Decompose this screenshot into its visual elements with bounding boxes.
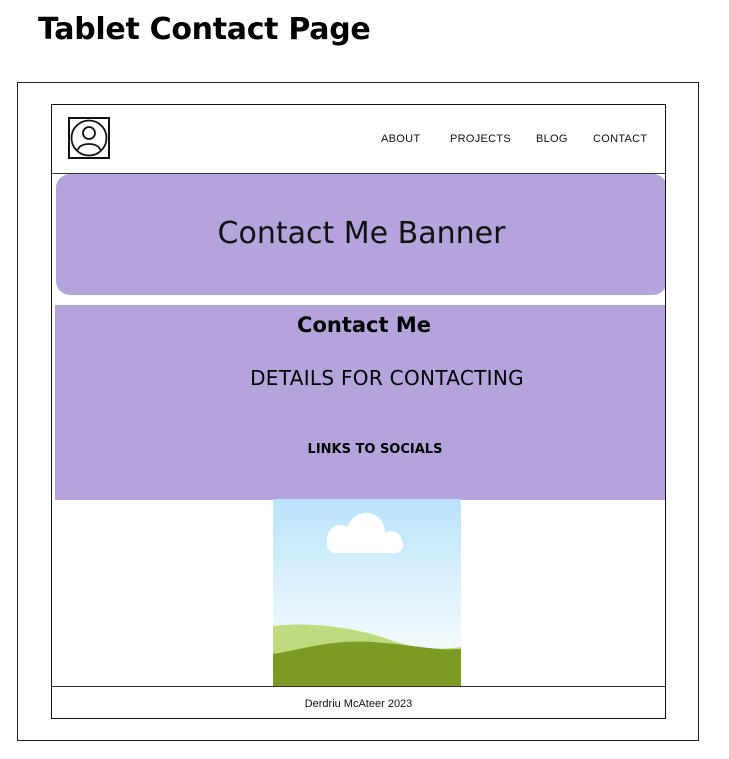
site-header: ABOUT PROJECTS BLOG CONTACT bbox=[52, 105, 665, 174]
page-title: Tablet Contact Page bbox=[38, 12, 371, 47]
contact-banner: Contact Me Banner bbox=[56, 174, 665, 295]
banner-title: Contact Me Banner bbox=[217, 216, 506, 251]
nav-contact[interactable]: CONTACT bbox=[593, 133, 647, 145]
user-avatar-icon[interactable] bbox=[68, 117, 110, 159]
contact-heading: Contact Me bbox=[297, 313, 431, 337]
site-footer: Derdriu McAteer 2023 bbox=[52, 686, 665, 718]
landscape-image-icon bbox=[273, 499, 461, 686]
contact-details: DETAILS FOR CONTACTING bbox=[250, 366, 524, 390]
nav-about[interactable]: ABOUT bbox=[381, 133, 420, 145]
contact-section: Contact Me DETAILS FOR CONTACTING LINKS … bbox=[55, 305, 665, 500]
social-links[interactable]: LINKS TO SOCIALS bbox=[55, 442, 665, 457]
nav-projects[interactable]: PROJECTS bbox=[450, 133, 511, 145]
nav-blog[interactable]: BLOG bbox=[536, 133, 568, 145]
tablet-frame: ABOUT PROJECTS BLOG CONTACT Contact Me B… bbox=[51, 104, 666, 719]
